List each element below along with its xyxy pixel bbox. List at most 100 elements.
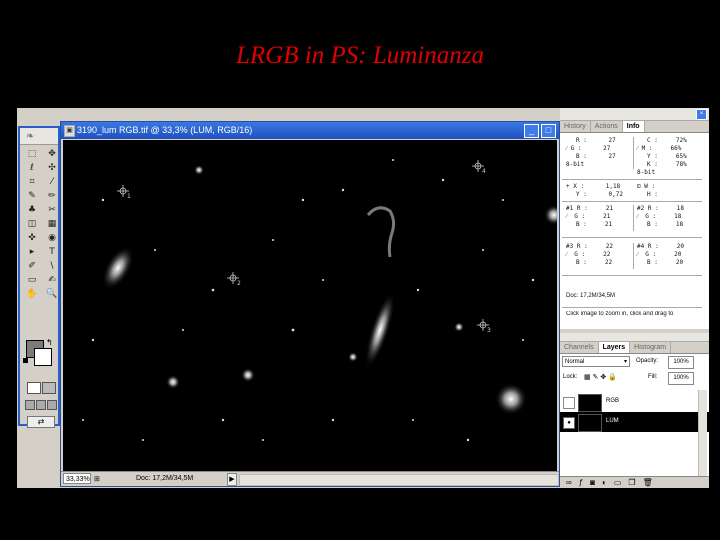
opacity-field[interactable]: 100% (668, 356, 694, 369)
zoom-tool-icon[interactable]: 🔍 (43, 288, 61, 301)
adjustment-layer-icon[interactable]: ◐ (602, 477, 607, 488)
lasso-tool-icon[interactable]: ℓ (23, 162, 41, 175)
sampler-4-label: #4 (637, 243, 645, 250)
standard-mode-icon[interactable] (27, 382, 41, 394)
layer-thumbnail (578, 394, 602, 412)
rgb-readout: R : 27 ⁄ G : 27 B : 27 8-bit (566, 137, 616, 168)
visibility-toggle-icon[interactable] (563, 397, 575, 409)
document-title: 3190_lum RGB.tif @ 33,3% (LUM, RGB/16) (77, 125, 253, 135)
sampler-2-label: #2 (637, 205, 645, 212)
tab-channels[interactable]: Channels (560, 342, 599, 353)
color-sampler-markers (117, 160, 489, 331)
sampler-3-g: 22 (603, 251, 611, 258)
healing-brush-icon[interactable]: ✎ (23, 190, 41, 203)
maximize-button[interactable]: □ (541, 124, 556, 138)
info-panel: R : 27 ⁄ G : 27 B : 27 8-bit C : 72% ⁄ M… (560, 133, 709, 329)
sampler-label-3: 3 (487, 327, 491, 334)
pen-tool-icon[interactable]: ✐ (23, 260, 41, 273)
lock-icons[interactable]: ▦ ✎ ✥ 🔒 (584, 373, 617, 381)
info-palette-header[interactable]: × (560, 108, 709, 121)
minimize-button[interactable]: _ (524, 124, 539, 138)
screen-mode-full-menu-icon[interactable] (36, 400, 46, 410)
document-title-bar[interactable]: ▣ 3190_lum RGB.tif @ 33,3% (LUM, RGB/16)… (61, 122, 559, 139)
screen-mode-full-icon[interactable] (47, 400, 57, 410)
wh-readout: ⊡ W : H : (637, 183, 658, 198)
toolbox: ❧ ⬚ ✥ ℓ ✣ ⌗ ⁄ ✎ ✏ ♣ ✂ ◫ ▦ ✜ ◉ ▸ T ✐ \ ▭ … (18, 126, 60, 428)
slice-tool-icon[interactable]: ⁄ (43, 176, 61, 189)
fill-label: Fill: (648, 374, 658, 380)
path-selection-icon[interactable]: ▸ (23, 246, 41, 259)
notes-tool-icon[interactable]: ▭ (23, 274, 41, 287)
screen-mode-standard-icon[interactable] (25, 400, 35, 410)
trash-icon[interactable]: 🗑 (643, 477, 653, 488)
palette-close-icon[interactable]: × (696, 109, 707, 120)
link-icon[interactable]: ∞ (566, 477, 572, 488)
doc-size-status: Doc: 17,2M/34,5M (136, 475, 194, 482)
history-brush-icon[interactable]: ✂ (43, 204, 61, 217)
jump-to-imageready-icon[interactable]: ⇄ (27, 416, 55, 428)
cmyk-readout: C : 72% ⁄ M : 66% Y : 65% K : 78% 8-bit (637, 137, 687, 176)
tab-actions[interactable]: Actions (591, 121, 623, 132)
hand-tool-icon[interactable]: ✋ (23, 288, 41, 301)
tool-grid: ⬚ ✥ ℓ ✣ ⌗ ⁄ ✎ ✏ ♣ ✂ ◫ ▦ ✜ ◉ ▸ T ✐ \ ▭ ✍ … (20, 145, 58, 301)
marquee-tool-icon[interactable]: ⬚ (23, 148, 41, 161)
tab-history[interactable]: History (560, 121, 591, 132)
swap-colors-icon[interactable]: ↰ (46, 338, 53, 347)
xy-readout: + X : 1,18 Y : 0,72 (566, 183, 623, 198)
layers-panel: Normal Opacity: 100% Lock: ▦ ✎ ✥ 🔒 Fill:… (560, 354, 709, 488)
lock-row: Lock: ▦ ✎ ✥ 🔒 Fill: 100% (560, 370, 709, 386)
tab-histogram[interactable]: Histogram (630, 342, 672, 353)
sampler-1-r: 21 (605, 205, 613, 212)
line-tool-icon[interactable]: \ (43, 260, 61, 273)
background-color-swatch[interactable] (34, 348, 52, 366)
sampler-2-b: 18 (675, 221, 684, 228)
eraser-tool-icon[interactable]: ◫ (23, 218, 41, 231)
layer-style-icon[interactable]: ƒ (579, 477, 583, 488)
default-colors-icon[interactable] (23, 358, 28, 363)
gradient-tool-icon[interactable]: ▦ (43, 218, 61, 231)
layers-scrollbar[interactable] (698, 390, 707, 488)
blur-tool-icon[interactable]: ✜ (23, 232, 41, 245)
photoshop-window: ❧ ⬚ ✥ ℓ ✣ ⌗ ⁄ ✎ ✏ ♣ ✂ ◫ ▦ ✜ ◉ ▸ T ✐ \ ▭ … (17, 108, 709, 488)
info-bit-right: 8-bit (637, 169, 656, 176)
layer-lum[interactable]: ● LUM (560, 412, 709, 432)
crop-tool-icon[interactable]: ⌗ (23, 176, 41, 189)
zoom-level-field[interactable]: 33,33% (63, 473, 91, 484)
window-controls: _ □ (524, 124, 556, 138)
image-canvas[interactable]: 1 2 3 4 (63, 140, 557, 471)
blend-mode-select[interactable]: Normal (562, 356, 630, 368)
move-tool-icon[interactable]: ✥ (43, 148, 61, 161)
eyedropper-tool-icon[interactable]: ✍ (43, 274, 61, 287)
info-k: 78% (675, 161, 687, 168)
mask-icon[interactable]: ◙ (590, 477, 595, 488)
eye-icon[interactable]: ● (563, 417, 575, 429)
sampler-2-readout: #2 R : 18 ⁄ G : 18 B : 18 (637, 205, 684, 228)
star (166, 375, 180, 389)
star (454, 322, 464, 332)
quick-mask-mode-icon[interactable] (42, 382, 56, 394)
layer-rgb[interactable]: RGB (560, 392, 709, 412)
horizontal-scrollbar[interactable] (239, 474, 559, 486)
sampler-2-g: 18 (674, 213, 682, 220)
type-tool-icon[interactable]: T (43, 246, 61, 259)
new-group-icon[interactable]: ▭ (614, 477, 622, 488)
small-stars (82, 159, 535, 442)
info-c: 72% (675, 137, 687, 144)
clone-stamp-icon[interactable]: ♣ (23, 204, 41, 217)
toolbox-header[interactable]: ❧ (20, 128, 58, 145)
fill-field[interactable]: 100% (668, 372, 694, 385)
tab-layers[interactable]: Layers (598, 342, 631, 353)
bright-star-edge (544, 205, 557, 225)
layers-palette-header[interactable] (560, 333, 709, 342)
brush-tool-icon[interactable]: ✏ (43, 190, 61, 203)
info-palette-tabs: History Actions Info (560, 121, 709, 133)
dodge-tool-icon[interactable]: ◉ (43, 232, 61, 245)
tab-info[interactable]: Info (622, 121, 645, 132)
magic-wand-tool-icon[interactable]: ✣ (43, 162, 61, 175)
status-menu-arrow[interactable]: ▶ (227, 473, 237, 486)
layer-name: RGB (606, 398, 620, 404)
info-g: 27 (603, 145, 611, 152)
new-layer-icon[interactable]: ❐ (628, 477, 635, 488)
info-doc-size: Doc: 17,2M/34,5M (566, 293, 616, 299)
sampler-label-2: 2 (237, 280, 241, 287)
